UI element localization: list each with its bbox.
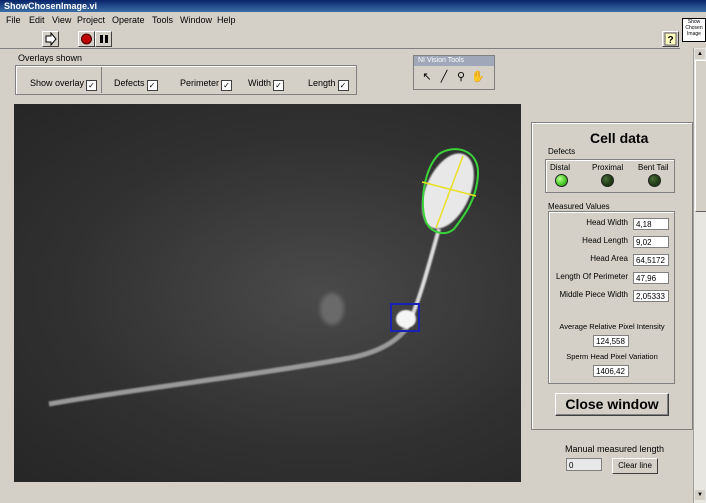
- checkbox-width[interactable]: Width ✓: [248, 78, 285, 91]
- run-arrow-icon: [45, 31, 57, 47]
- checkbox-show-overlay[interactable]: Show overlay ✓: [30, 78, 98, 91]
- checkbox-label: Width: [248, 78, 272, 88]
- manual-length-value: 0: [566, 458, 602, 471]
- sperm-tail: [48, 327, 408, 407]
- ni-vision-tools-palette: NI Vision Tools ↖ ╱ ⚲ ✋: [413, 55, 495, 90]
- help-icon: ?: [664, 32, 677, 46]
- defect-distal-led: [555, 174, 568, 187]
- vi-icon-line-3: Image: [687, 31, 701, 37]
- run-button[interactable]: [42, 31, 59, 47]
- menu-tools[interactable]: Tools: [152, 15, 173, 25]
- menu-project[interactable]: Project: [77, 15, 105, 25]
- manual-length-label: Manual measured length: [565, 444, 665, 454]
- check-icon[interactable]: ✓: [221, 80, 233, 91]
- pixel-variation-label: Sperm Head Pixel Variation: [566, 352, 658, 361]
- check-icon[interactable]: ✓: [337, 80, 349, 91]
- pixel-variation-value: 1406,42: [593, 365, 629, 377]
- menu-operate[interactable]: Operate: [112, 15, 145, 25]
- head-length-label: Head Length: [582, 236, 628, 245]
- sperm-cell-image-display[interactable]: [14, 104, 521, 482]
- overlays-label: Overlays shown: [18, 53, 83, 63]
- defect-proximal-led: [601, 174, 614, 187]
- defect-proximal-label: Proximal: [592, 163, 624, 172]
- stop-icon: [81, 33, 92, 45]
- defect-bent-tail-led: [648, 174, 661, 187]
- defect-bent-tail-label: Bent Tail: [638, 163, 669, 172]
- head-length-value: 9,02: [633, 236, 669, 248]
- menu-file[interactable]: File: [6, 15, 21, 25]
- vi-icon[interactable]: Show Chosen Image: [682, 18, 706, 42]
- check-icon[interactable]: ✓: [86, 80, 98, 91]
- perimeter-length-label: Length Of Perimeter: [555, 272, 628, 281]
- context-help-button[interactable]: ?: [662, 31, 679, 47]
- scroll-down-icon[interactable]: ▼: [695, 490, 705, 500]
- menu-view[interactable]: View: [52, 15, 71, 25]
- check-icon[interactable]: ✓: [146, 80, 158, 91]
- cluster-divider: [101, 67, 102, 93]
- check-icon[interactable]: ✓: [273, 80, 285, 91]
- avg-intensity-value: 124,558: [593, 335, 629, 347]
- checkbox-label: Defects: [114, 78, 145, 88]
- close-window-button[interactable]: Close window: [555, 393, 669, 416]
- microscope-image: [48, 148, 480, 407]
- line-tool-icon[interactable]: ╱: [437, 70, 451, 84]
- checkbox-label: Length: [308, 78, 336, 88]
- menu-window[interactable]: Window: [180, 15, 212, 25]
- menu-bar: File Edit View Project Operate Tools Win…: [0, 13, 680, 29]
- menu-help[interactable]: Help: [217, 15, 236, 25]
- checkbox-defects[interactable]: Defects ✓: [114, 78, 158, 91]
- window-title: ShowChosenImage.vi: [4, 1, 98, 11]
- avg-intensity-label: Average Relative Pixel Intensity: [559, 322, 665, 331]
- head-width-label: Head Width: [586, 218, 628, 227]
- scroll-up-icon[interactable]: ▲: [695, 49, 705, 59]
- menu-edit[interactable]: Edit: [29, 15, 45, 25]
- measured-values-label: Measured Values: [548, 202, 610, 211]
- cell-data-title: Cell data: [590, 130, 649, 146]
- svg-text:?: ?: [667, 35, 673, 46]
- checkbox-label: Perimeter: [180, 78, 220, 88]
- abort-button[interactable]: [78, 31, 95, 47]
- clear-line-button[interactable]: Clear line: [612, 458, 658, 474]
- sperm-head: [422, 153, 474, 229]
- checkbox-perimeter[interactable]: Perimeter ✓: [180, 78, 233, 91]
- head-width-value: 4,18: [633, 218, 669, 230]
- zoom-tool-icon[interactable]: ⚲: [454, 70, 468, 84]
- checkbox-length[interactable]: Length ✓: [308, 78, 349, 91]
- middle-piece-width-value: 2,05333: [633, 290, 669, 302]
- vertical-scrollbar[interactable]: ▲ ▼: [693, 48, 706, 503]
- pause-button[interactable]: [95, 31, 112, 47]
- middle-piece-width-label: Middle Piece Width: [559, 290, 628, 299]
- defects-label: Defects: [548, 147, 576, 156]
- checkbox-label: Show overlay: [30, 78, 85, 88]
- title-bar: ShowChosenImage.vi: [0, 0, 706, 12]
- scroll-thumb[interactable]: [695, 60, 706, 212]
- ni-tools-title: NI Vision Tools: [414, 56, 494, 66]
- head-area-value: 64,5172: [633, 254, 669, 266]
- pan-hand-tool-icon[interactable]: ✋: [471, 70, 485, 84]
- blurry-particle: [320, 293, 344, 325]
- toolbar: ?: [0, 29, 680, 49]
- pause-icon: [100, 35, 108, 43]
- cytoplasmic-droplet: [396, 310, 416, 328]
- head-area-label: Head Area: [590, 254, 628, 263]
- pointer-tool-icon[interactable]: ↖: [420, 70, 434, 84]
- perimeter-length-value: 47,96: [633, 272, 669, 284]
- defect-distal-label: Distal: [550, 163, 571, 172]
